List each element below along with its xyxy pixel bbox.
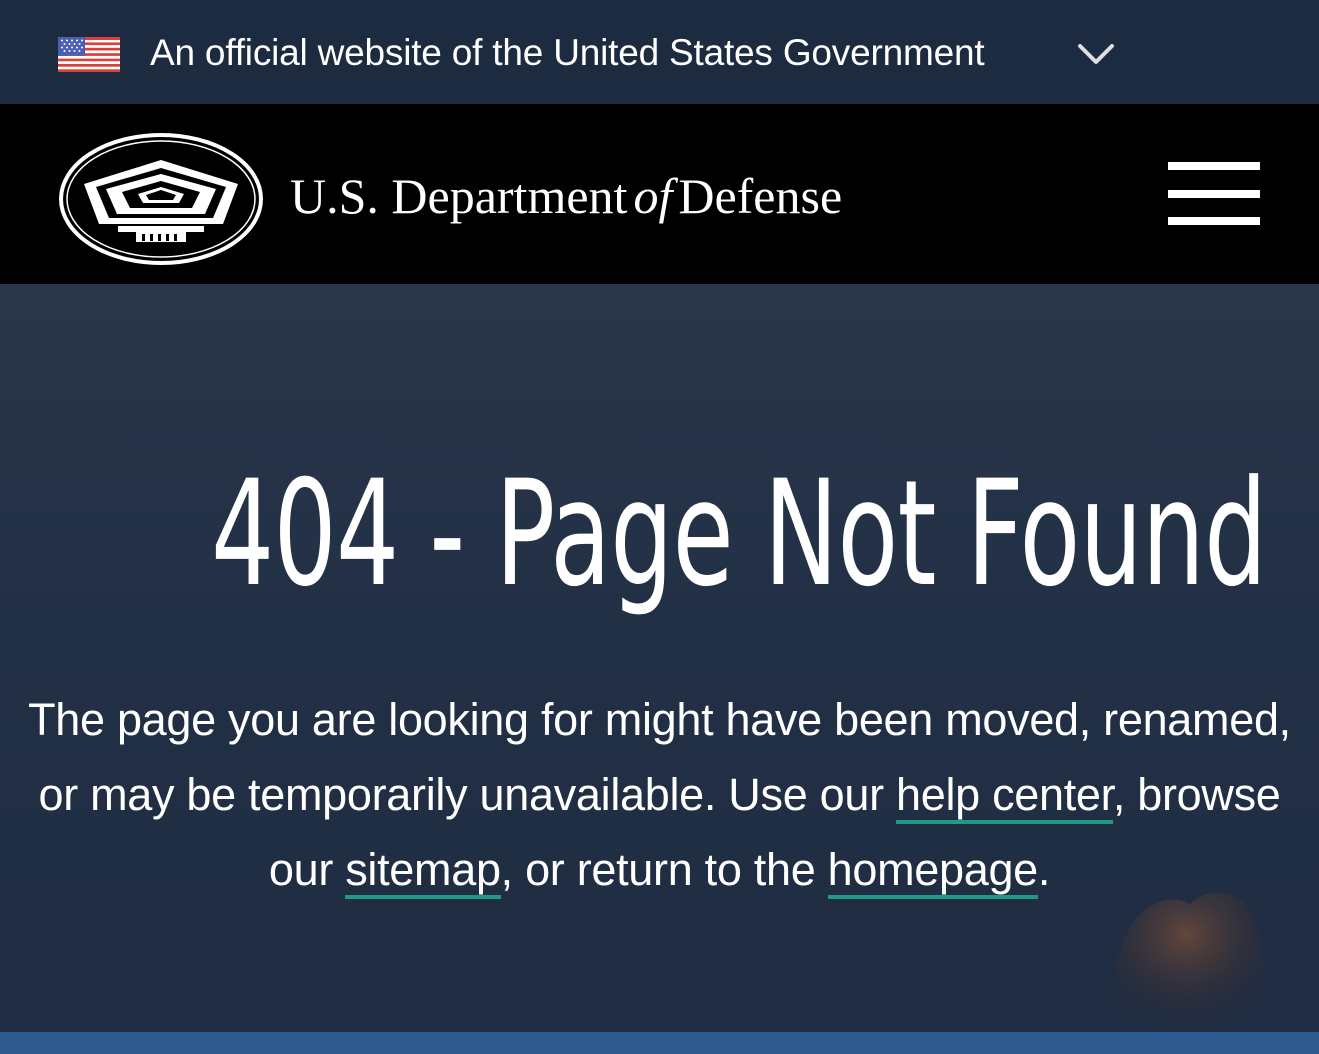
error-heading: 404 - Page Not Found xyxy=(211,449,1267,619)
error-message: The page you are looking for might have … xyxy=(10,682,1309,907)
help-center-link[interactable]: help center xyxy=(895,769,1113,824)
menu-bar xyxy=(1168,162,1260,170)
site-title-of: of xyxy=(633,168,673,224)
site-header: U.S. Department of Defense xyxy=(0,104,1319,284)
site-title-part1: U.S. Department xyxy=(290,168,628,224)
pentagon-seal-icon[interactable] xyxy=(58,132,264,266)
gov-banner-text: An official website of the United States… xyxy=(150,32,985,73)
hamburger-menu-icon[interactable] xyxy=(1168,162,1260,226)
site-title[interactable]: U.S. Department of Defense xyxy=(290,166,842,226)
footer-strip xyxy=(0,1032,1319,1054)
error-hero: 404 - Page Not Found The page you are lo… xyxy=(0,284,1319,1032)
chevron-down-icon[interactable] xyxy=(1076,38,1116,68)
menu-bar xyxy=(1168,217,1260,225)
site-title-part2: Defense xyxy=(678,168,843,224)
error-text-4: . xyxy=(1037,844,1051,895)
gov-banner: An official website of the United States… xyxy=(0,0,1319,104)
menu-bar xyxy=(1168,190,1260,198)
error-text-3: , or return to the xyxy=(500,844,828,895)
us-flag-icon xyxy=(58,37,120,72)
homepage-link[interactable]: homepage xyxy=(827,844,1038,899)
sitemap-link[interactable]: sitemap xyxy=(345,844,501,899)
